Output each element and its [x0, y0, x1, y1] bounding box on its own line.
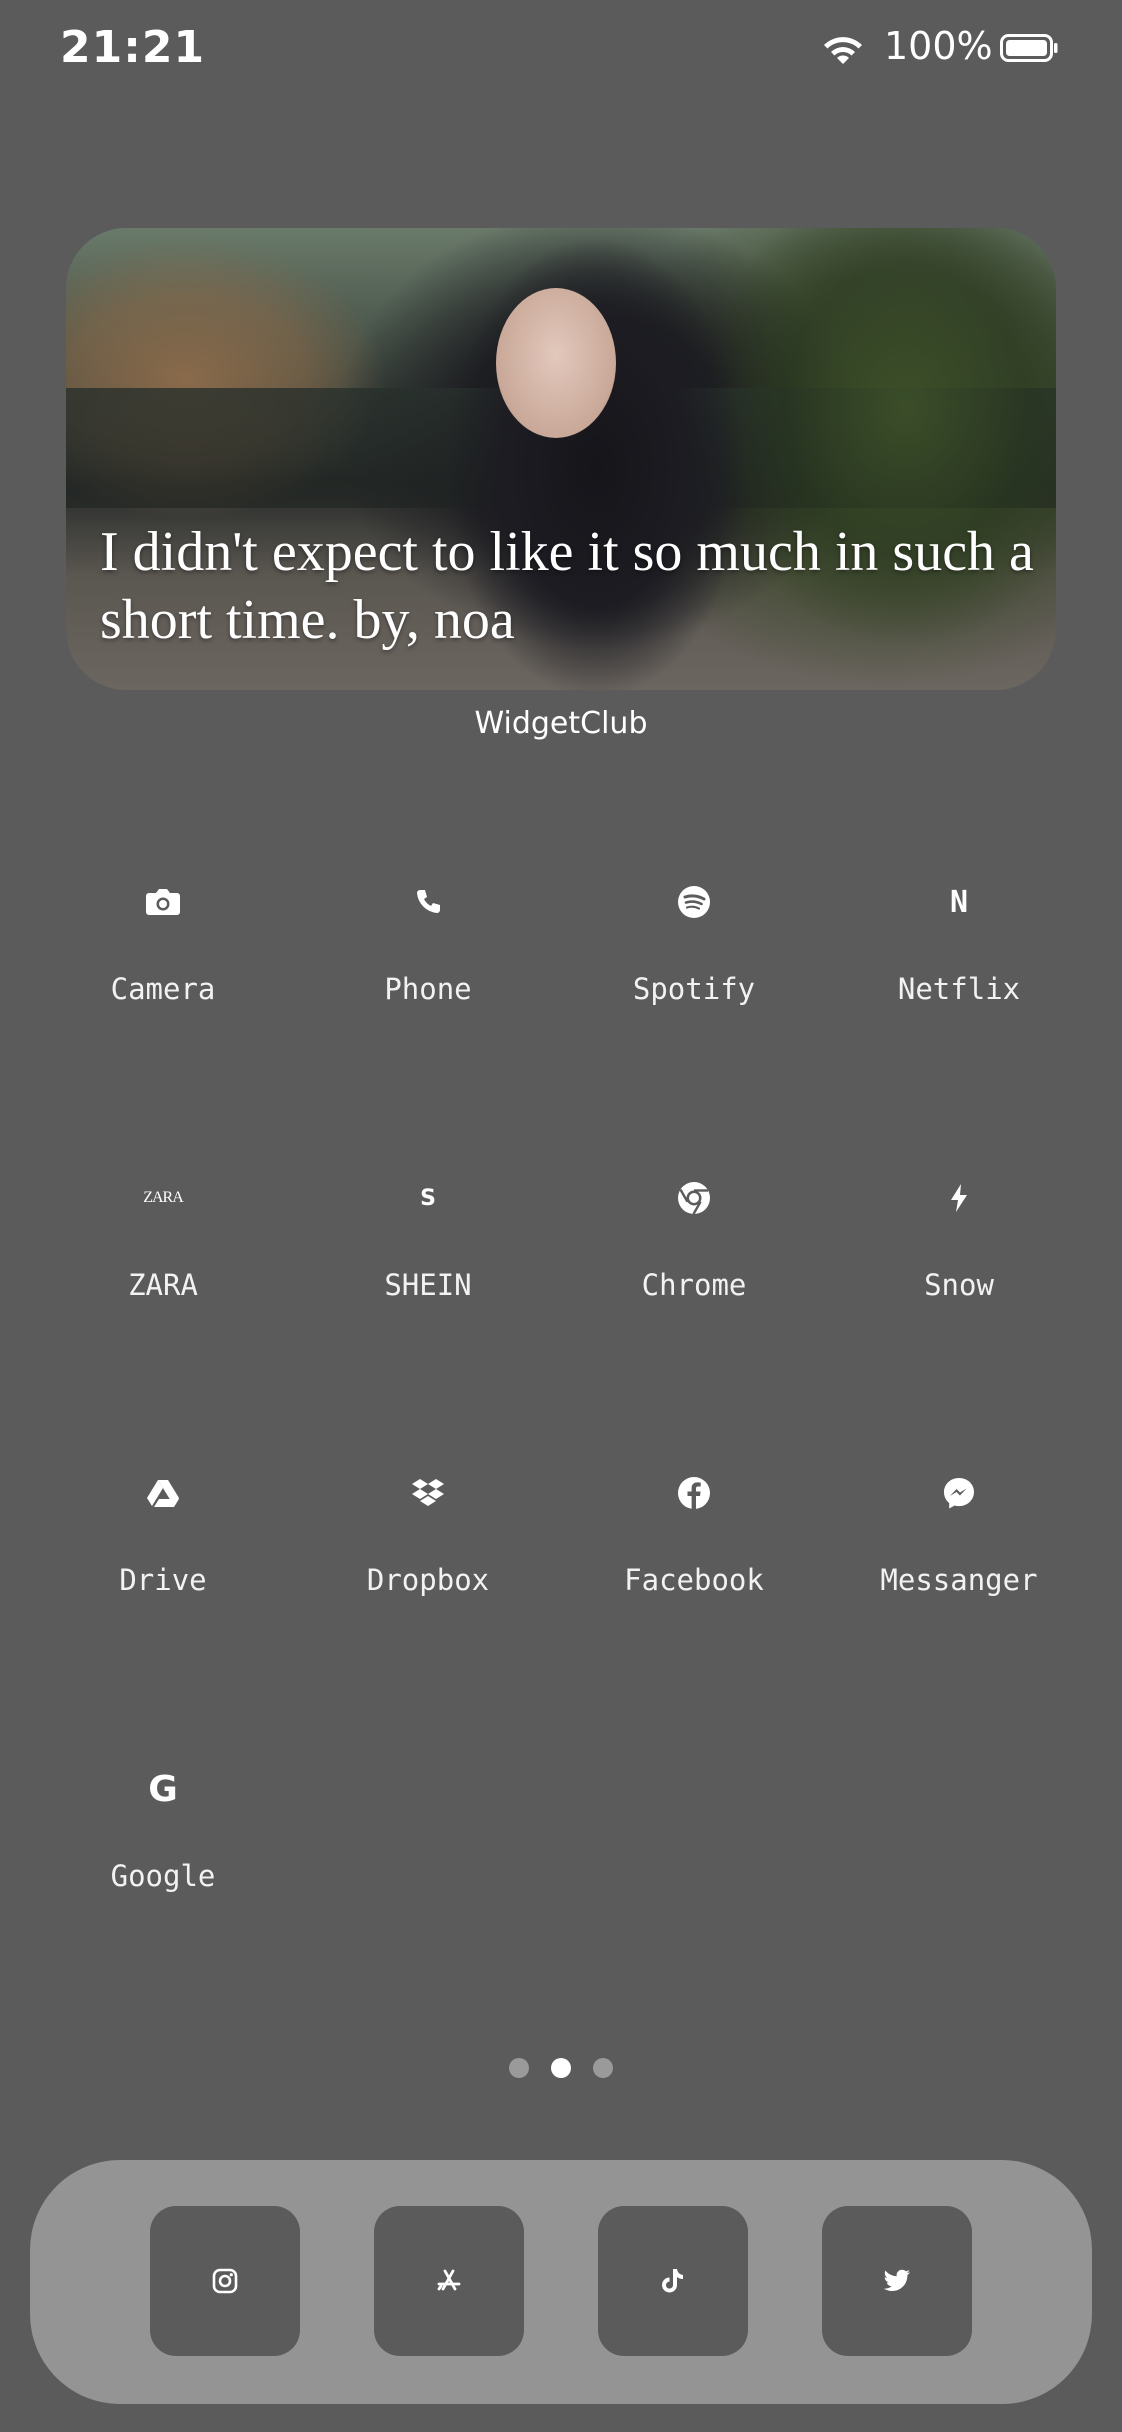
camera-icon	[30, 872, 296, 932]
page-indicator[interactable]	[0, 2058, 1122, 2080]
app-label: Chrome	[641, 1268, 747, 1302]
dock-app-store[interactable]	[374, 2206, 524, 2356]
dropbox-icon	[295, 1463, 561, 1523]
dock-app-tiktok[interactable]	[598, 2206, 748, 2356]
app-drive[interactable]: Drive	[30, 1463, 296, 1663]
page-dot[interactable]	[593, 2058, 613, 2078]
wifi-icon	[824, 37, 862, 64]
shein-icon: S	[295, 1168, 561, 1228]
app-label: ZARA	[128, 1268, 198, 1302]
app-store-icon	[437, 2269, 461, 2291]
twitter-icon	[883, 2269, 910, 2291]
shein-glyph: S	[420, 1185, 436, 1211]
battery-percentage: 100%	[884, 24, 993, 68]
messenger-icon	[826, 1463, 1092, 1523]
spotify-icon	[561, 872, 827, 932]
page-dot[interactable]	[509, 2058, 529, 2078]
app-label: Phone	[384, 972, 472, 1006]
app-label: Spotify	[632, 972, 756, 1006]
app-facebook[interactable]: Facebook	[561, 1463, 827, 1663]
page-dot-active[interactable]	[551, 2058, 571, 2078]
dock	[30, 2160, 1092, 2404]
app-label: Netflix	[897, 972, 1021, 1006]
app-messenger[interactable]: Messanger	[826, 1463, 1092, 1663]
tiktok-icon	[662, 2269, 683, 2293]
bolt-icon	[826, 1168, 1092, 1228]
app-camera[interactable]: Camera	[30, 872, 296, 1072]
dock-app-twitter[interactable]	[822, 2206, 972, 2356]
status-time: 21:21	[60, 22, 206, 73]
dock-app-instagram[interactable]	[150, 2206, 300, 2356]
widget-quote: I didn't expect to like it so much in su…	[100, 521, 1034, 651]
drive-icon	[30, 1463, 296, 1523]
phone-icon	[295, 872, 561, 932]
app-label: Google	[110, 1859, 216, 1893]
app-label: Camera	[110, 972, 216, 1006]
zara-glyph: ZARA	[143, 1189, 184, 1206]
facebook-icon	[561, 1463, 827, 1523]
google-glyph: G	[148, 1768, 178, 1810]
zara-icon: ZARA	[30, 1168, 296, 1228]
photo-widget[interactable]: I didn't expect to like it so much in su…	[66, 228, 1056, 690]
app-snow[interactable]: Snow	[826, 1168, 1092, 1368]
netflix-glyph: N	[949, 884, 969, 920]
app-zara[interactable]: ZARA ZARA	[30, 1168, 296, 1368]
app-label: Dropbox	[366, 1563, 490, 1597]
app-dropbox[interactable]: Dropbox	[295, 1463, 561, 1663]
app-spotify[interactable]: Spotify	[561, 872, 827, 1072]
app-chrome[interactable]: Chrome	[561, 1168, 827, 1368]
netflix-icon: N	[826, 872, 1092, 932]
app-label: Facebook	[624, 1563, 764, 1597]
battery-icon	[1000, 34, 1058, 62]
google-icon: G	[30, 1759, 296, 1819]
app-label: Messanger	[880, 1563, 1038, 1597]
status-bar: 21:21 100%	[0, 0, 1122, 100]
instagram-icon	[212, 2268, 238, 2294]
app-label: Snow	[924, 1268, 994, 1302]
app-phone[interactable]: Phone	[295, 872, 561, 1072]
app-google[interactable]: G Google	[30, 1759, 296, 1959]
app-label: Drive	[119, 1563, 207, 1597]
chrome-icon	[561, 1168, 827, 1228]
widget-label: WidgetClub	[474, 706, 648, 741]
app-shein[interactable]: S SHEIN	[295, 1168, 561, 1368]
app-label: SHEIN	[384, 1268, 472, 1302]
widget-photo-face	[496, 288, 616, 438]
app-netflix[interactable]: N Netflix	[826, 872, 1092, 1072]
